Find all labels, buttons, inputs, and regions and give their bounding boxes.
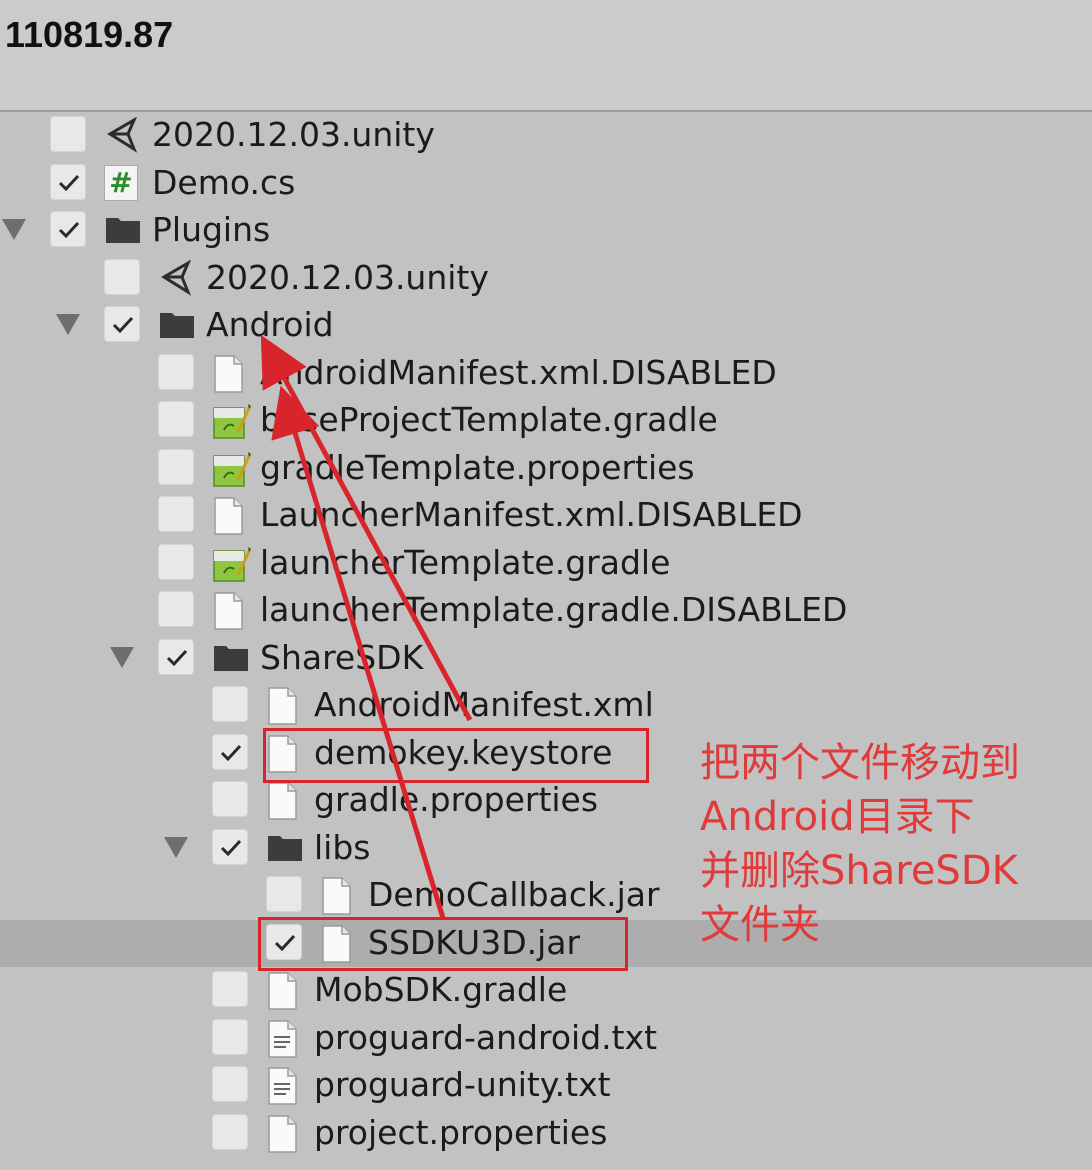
tree-item-label: AndroidManifest.xml [314, 685, 654, 724]
import-checkbox[interactable] [212, 971, 248, 1007]
tree-item-label: project.properties [314, 1112, 608, 1152]
tree-item-label: gradle.properties [314, 780, 599, 819]
file-icon [212, 592, 252, 630]
tree-row[interactable]: 2020.12.03.unity [0, 255, 1092, 302]
tree-item-label: Demo.cs [152, 162, 296, 202]
tree-row[interactable]: launcherTemplate.gradle.DISABLED [0, 587, 1092, 634]
tree-item-label: gradleTemplate.properties [260, 447, 695, 487]
import-checkbox[interactable] [212, 733, 248, 770]
file-icon [212, 497, 252, 535]
gradle-script-icon [212, 402, 252, 439]
highlight-box-ssdku3d [258, 917, 628, 971]
import-checkbox[interactable] [212, 1066, 248, 1102]
tree-item-label: DemoCallback.jar [368, 875, 660, 914]
import-checkbox[interactable] [266, 876, 302, 912]
tree-item-label: 2020.12.03.unity [206, 257, 489, 297]
tree-item-label: proguard-android.txt [314, 1017, 658, 1057]
import-checkbox[interactable] [50, 211, 86, 247]
gradle-script-icon [212, 450, 252, 487]
annotation-line-2: Android目录下 [700, 794, 975, 840]
import-checkbox[interactable] [212, 1018, 248, 1055]
tree-row[interactable]: MobSDK.gradle [0, 967, 1092, 1014]
folder-icon [158, 307, 198, 343]
project-file-tree: 2020.12.03.unity # Demo.cs Plugins 2020.12.0… [0, 112, 1092, 1170]
tree-item-label: AndroidManifest.xml.DISABLED [260, 352, 777, 392]
import-checkbox[interactable] [158, 353, 194, 390]
tree-row[interactable]: Plugins [0, 207, 1092, 254]
tree-row[interactable]: proguard-unity.txt [0, 1062, 1092, 1109]
tree-item-label: 2020.12.03.unity [152, 115, 435, 154]
import-checkbox[interactable] [158, 496, 194, 532]
tree-row[interactable]: ShareSDK [0, 635, 1092, 682]
import-checkbox[interactable] [158, 543, 194, 580]
import-checkbox[interactable] [212, 828, 248, 865]
tree-item-label: baseProjectTemplate.gradle [260, 400, 718, 439]
expand-arrow-icon[interactable] [110, 646, 134, 668]
unity-icon [104, 117, 144, 153]
annotation-line-4: 文件夹 [700, 902, 820, 948]
file-icon [212, 354, 252, 393]
tree-item-label: Plugins [152, 210, 271, 249]
tree-item-label: ShareSDK [260, 637, 424, 677]
annotation-line-3: 并删除ShareSDK [700, 848, 1018, 894]
import-checkbox[interactable] [212, 781, 248, 817]
file-icon [266, 687, 306, 725]
header-title: 110819.87 [5, 14, 174, 55]
import-checkbox[interactable] [158, 638, 194, 675]
tree-item-label: proguard-unity.txt [314, 1065, 611, 1104]
tree-item-label: launcherTemplate.gradle [260, 542, 671, 582]
tree-row[interactable]: proguard-android.txt [0, 1015, 1092, 1062]
expand-arrow-icon[interactable] [2, 219, 26, 240]
tree-row[interactable]: AndroidManifest.xml [0, 682, 1092, 729]
import-checkbox[interactable] [212, 686, 248, 722]
tree-row[interactable]: LauncherManifest.xml.DISABLED [0, 492, 1092, 539]
gradle-script-icon [212, 545, 252, 582]
folder-icon [104, 212, 144, 248]
file-icon [266, 972, 306, 1010]
tree-item-label: Android [206, 305, 334, 344]
expand-arrow-icon[interactable] [164, 836, 188, 858]
file-icon [320, 877, 360, 915]
tree-item-label: libs [314, 827, 371, 867]
import-checkbox[interactable] [104, 258, 140, 295]
text-file-icon [266, 1019, 306, 1058]
text-file-icon [266, 1067, 306, 1105]
folder-icon [266, 830, 306, 866]
import-checkbox[interactable] [158, 448, 194, 485]
tree-row[interactable]: Android [0, 302, 1092, 349]
file-icon [266, 1114, 306, 1153]
import-checkbox[interactable] [50, 163, 86, 200]
import-checkbox[interactable] [158, 591, 194, 627]
window-header: 110819.87 [0, 0, 1092, 112]
import-checkbox[interactable] [104, 306, 140, 342]
folder-icon [212, 640, 252, 676]
tree-item-label: launcherTemplate.gradle.DISABLED [260, 590, 848, 629]
tree-row[interactable]: baseProjectTemplate.gradle [0, 397, 1092, 444]
unity-icon [158, 259, 198, 296]
tree-row[interactable]: 2020.12.03.unity [0, 112, 1092, 159]
tree-row[interactable]: launcherTemplate.gradle [0, 540, 1092, 587]
tree-item-label: MobSDK.gradle [314, 970, 568, 1009]
tree-item-label: LauncherManifest.xml.DISABLED [260, 495, 803, 534]
tree-row[interactable]: gradleTemplate.properties [0, 445, 1092, 492]
tree-row[interactable]: # Demo.cs [0, 160, 1092, 207]
import-checkbox[interactable] [212, 1113, 248, 1150]
csharp-script-icon: # [104, 164, 138, 201]
annotation-note: 把两个文件移动到 Android目录下 并删除ShareSDK 文件夹 [700, 736, 1080, 952]
highlight-box-demokey [263, 728, 649, 783]
import-checkbox[interactable] [50, 116, 86, 152]
file-icon [266, 782, 306, 820]
tree-row[interactable]: AndroidManifest.xml.DISABLED [0, 350, 1092, 397]
annotation-line-1: 把两个文件移动到 [700, 740, 1020, 786]
expand-arrow-icon[interactable] [56, 314, 80, 335]
import-checkbox[interactable] [158, 401, 194, 437]
tree-row[interactable]: project.properties [0, 1110, 1092, 1157]
